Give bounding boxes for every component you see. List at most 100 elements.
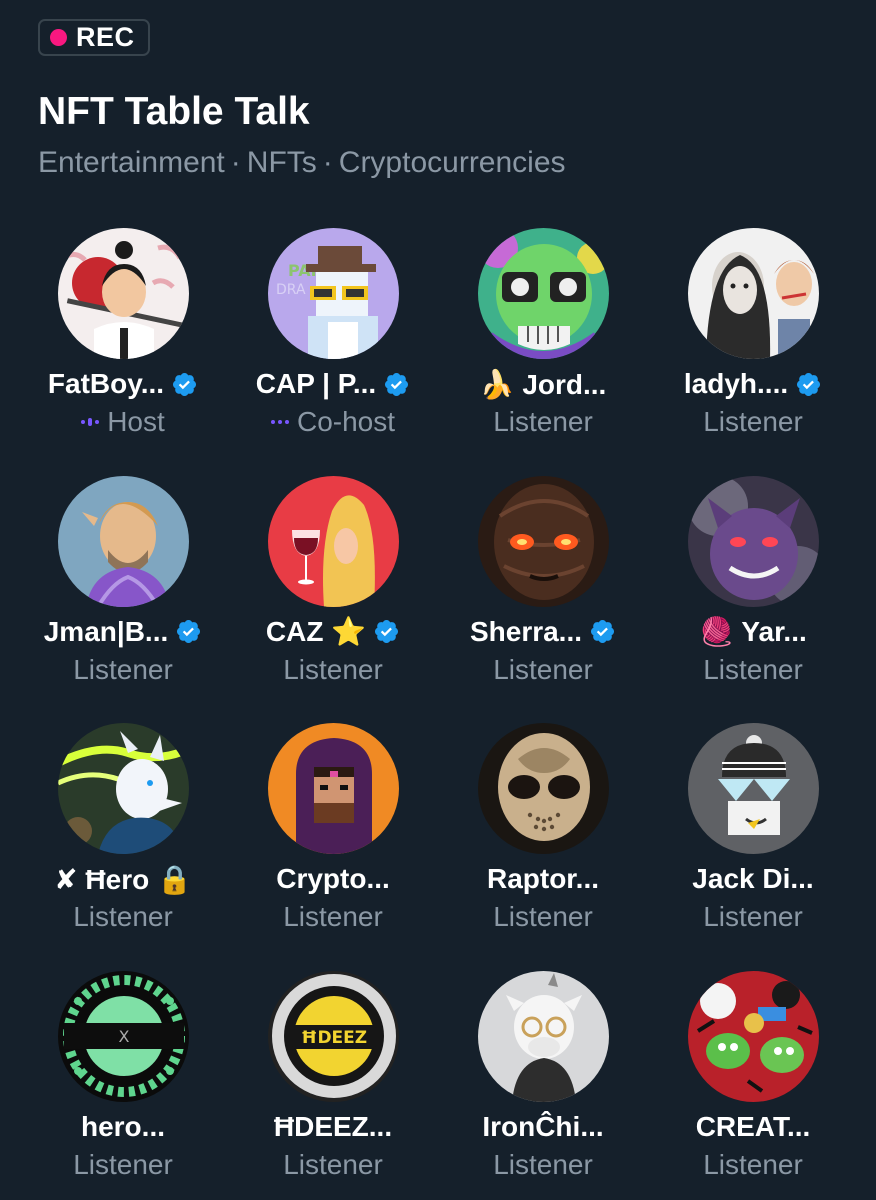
participant-card[interactable]: ✘ Ħero 🔒 Listener	[18, 723, 228, 971]
avatar[interactable]	[267, 475, 399, 607]
participant-role-row: Listener	[493, 405, 593, 439]
avatar[interactable]	[57, 723, 189, 854]
participant-role-row: Co-host	[270, 405, 396, 439]
participant-role: Listener	[703, 653, 803, 685]
participant-role-row: Listener	[73, 1148, 173, 1182]
participant-role: Listener	[73, 901, 173, 932]
participant-role-row: Listener	[493, 1148, 593, 1182]
svg-text:X: X	[118, 1027, 129, 1046]
participant-card[interactable]: Xhero... Listener	[18, 970, 228, 1200]
avatar[interactable]: ĦDEEZ	[267, 970, 399, 1102]
avatar[interactable]	[687, 228, 819, 359]
participant-role: Listener	[73, 653, 173, 685]
participant-role: Listener	[493, 901, 593, 932]
participant-role-row: Host	[81, 405, 165, 439]
participant-name-row: ✘ Ħero 🔒	[54, 860, 192, 898]
svg-text:DRA: DRA	[276, 282, 306, 298]
participant-card[interactable]: 🍌 Jord... Listener	[438, 228, 648, 476]
participant-name-row: Raptor...	[487, 860, 599, 898]
participant-role: Listener	[703, 406, 803, 437]
avatar[interactable]	[477, 723, 609, 854]
avatar[interactable]	[477, 228, 609, 359]
recording-badge: REC	[38, 19, 150, 56]
participant-card[interactable]: ĦDEEZ ĦDEEZ... Listener	[228, 970, 438, 1200]
participant-role: Co-host	[296, 406, 396, 437]
recording-dot-icon	[50, 29, 67, 46]
participant-role: Listener	[703, 1148, 803, 1180]
avatar[interactable]	[267, 723, 399, 854]
avatar[interactable]	[57, 228, 189, 359]
svg-text:ĦDEEZ: ĦDEEZ	[300, 1028, 366, 1048]
cohost-audio-icon	[270, 420, 289, 424]
avatar[interactable]	[57, 475, 189, 607]
participant-card[interactable]: CAZ ⭐ Listener	[228, 475, 438, 724]
participant-name-row: CAZ ⭐	[266, 613, 400, 651]
participant-name-row: 🍌 Jord...	[480, 365, 607, 403]
participant-name-row: 🧶 Yar...	[699, 613, 807, 651]
participant-card[interactable]: PAR DRA CAP | P... Co-host	[228, 228, 438, 476]
participant-name: CREAT...	[695, 1110, 811, 1142]
participant-name-row: CAP | P...	[256, 365, 410, 403]
topic-nfts[interactable]: NFTs	[247, 146, 317, 180]
avatar[interactable]: X	[57, 970, 189, 1102]
participant-role: Host	[107, 406, 165, 437]
participant-role-row: Listener	[283, 900, 383, 934]
participant-role: Listener	[283, 653, 383, 685]
participant-role: Listener	[283, 1148, 383, 1180]
topic-separator: ·	[322, 146, 333, 179]
participant-card[interactable]: 🧶 Yar... Listener	[648, 475, 858, 724]
verified-badge-icon	[171, 371, 198, 398]
participant-role: Listener	[493, 406, 593, 437]
participant-name-row: Jman|B...	[44, 613, 203, 651]
topic-cryptocurrencies[interactable]: Cryptocurrencies	[339, 146, 566, 180]
participant-name-row: Jack Di...	[692, 860, 813, 898]
participant-role-row: Listener	[73, 900, 173, 934]
participant-card[interactable]: Jack Di... Listener	[648, 723, 858, 971]
participant-card[interactable]: Raptor... Listener	[438, 723, 648, 971]
participant-name: Crypto...	[276, 863, 390, 894]
participant-role-row: Listener	[283, 1148, 383, 1182]
topic-separator: ·	[230, 146, 241, 179]
participant-role-row: Listener	[493, 653, 593, 687]
participant-role-row: Listener	[493, 900, 593, 934]
avatar[interactable]: PAR DRA	[267, 228, 399, 359]
participant-role-row: Listener	[703, 653, 803, 687]
participant-name: ĦDEEZ...	[273, 1110, 393, 1142]
participant-name-row: Sherra...	[470, 613, 616, 651]
participant-card[interactable]: Sherra... Listener	[438, 475, 648, 724]
participant-card[interactable]: IronĈhi... Listener	[438, 970, 648, 1200]
participant-name-row: Crypto...	[276, 860, 390, 898]
avatar[interactable]	[687, 475, 819, 607]
participant-name: hero...	[80, 1110, 165, 1142]
participant-name-row: IronĈhi...	[482, 1108, 603, 1146]
participant-role-row: Listener	[703, 1148, 803, 1182]
participant-name-row: ĦDEEZ...	[274, 1108, 392, 1146]
participant-role: Listener	[283, 901, 383, 932]
participants-grid: FatBoy... Host PAR DRA CAP | P... Co-host 🍌 Jo…	[18, 228, 858, 1200]
participant-role: Listener	[493, 1148, 593, 1180]
participant-card[interactable]: Crypto... Listener	[228, 723, 438, 971]
participant-card[interactable]: ladyh.... Listener	[648, 228, 858, 476]
participant-name: CAZ ⭐	[265, 616, 367, 647]
avatar[interactable]	[687, 723, 819, 854]
avatar[interactable]	[477, 970, 609, 1102]
participant-name: Sherra...	[469, 615, 583, 647]
participant-card[interactable]: Jman|B... Listener	[18, 475, 228, 724]
space-title: NFT Table Talk	[38, 90, 310, 133]
participant-role-row: Listener	[703, 405, 803, 439]
participant-name-row: CREAT...	[696, 1108, 811, 1146]
verified-badge-icon	[175, 618, 202, 645]
participant-card[interactable]: FatBoy... Host	[18, 228, 228, 476]
participant-role-row: Listener	[73, 653, 173, 687]
space-topics: Entertainment · NFTs · Cryptocurrencies	[38, 146, 566, 180]
participant-name-row: FatBoy...	[48, 365, 198, 403]
participant-card[interactable]: CREAT... Listener	[648, 970, 858, 1200]
topic-entertainment[interactable]: Entertainment	[38, 146, 225, 180]
host-audio-icon	[81, 418, 100, 426]
participant-role: Listener	[73, 1148, 173, 1180]
avatar[interactable]	[687, 970, 819, 1102]
participant-role-row: Listener	[283, 653, 383, 687]
avatar[interactable]	[477, 475, 609, 607]
verified-badge-icon	[373, 618, 400, 645]
participant-name: ✘ Ħero 🔒	[54, 863, 192, 895]
